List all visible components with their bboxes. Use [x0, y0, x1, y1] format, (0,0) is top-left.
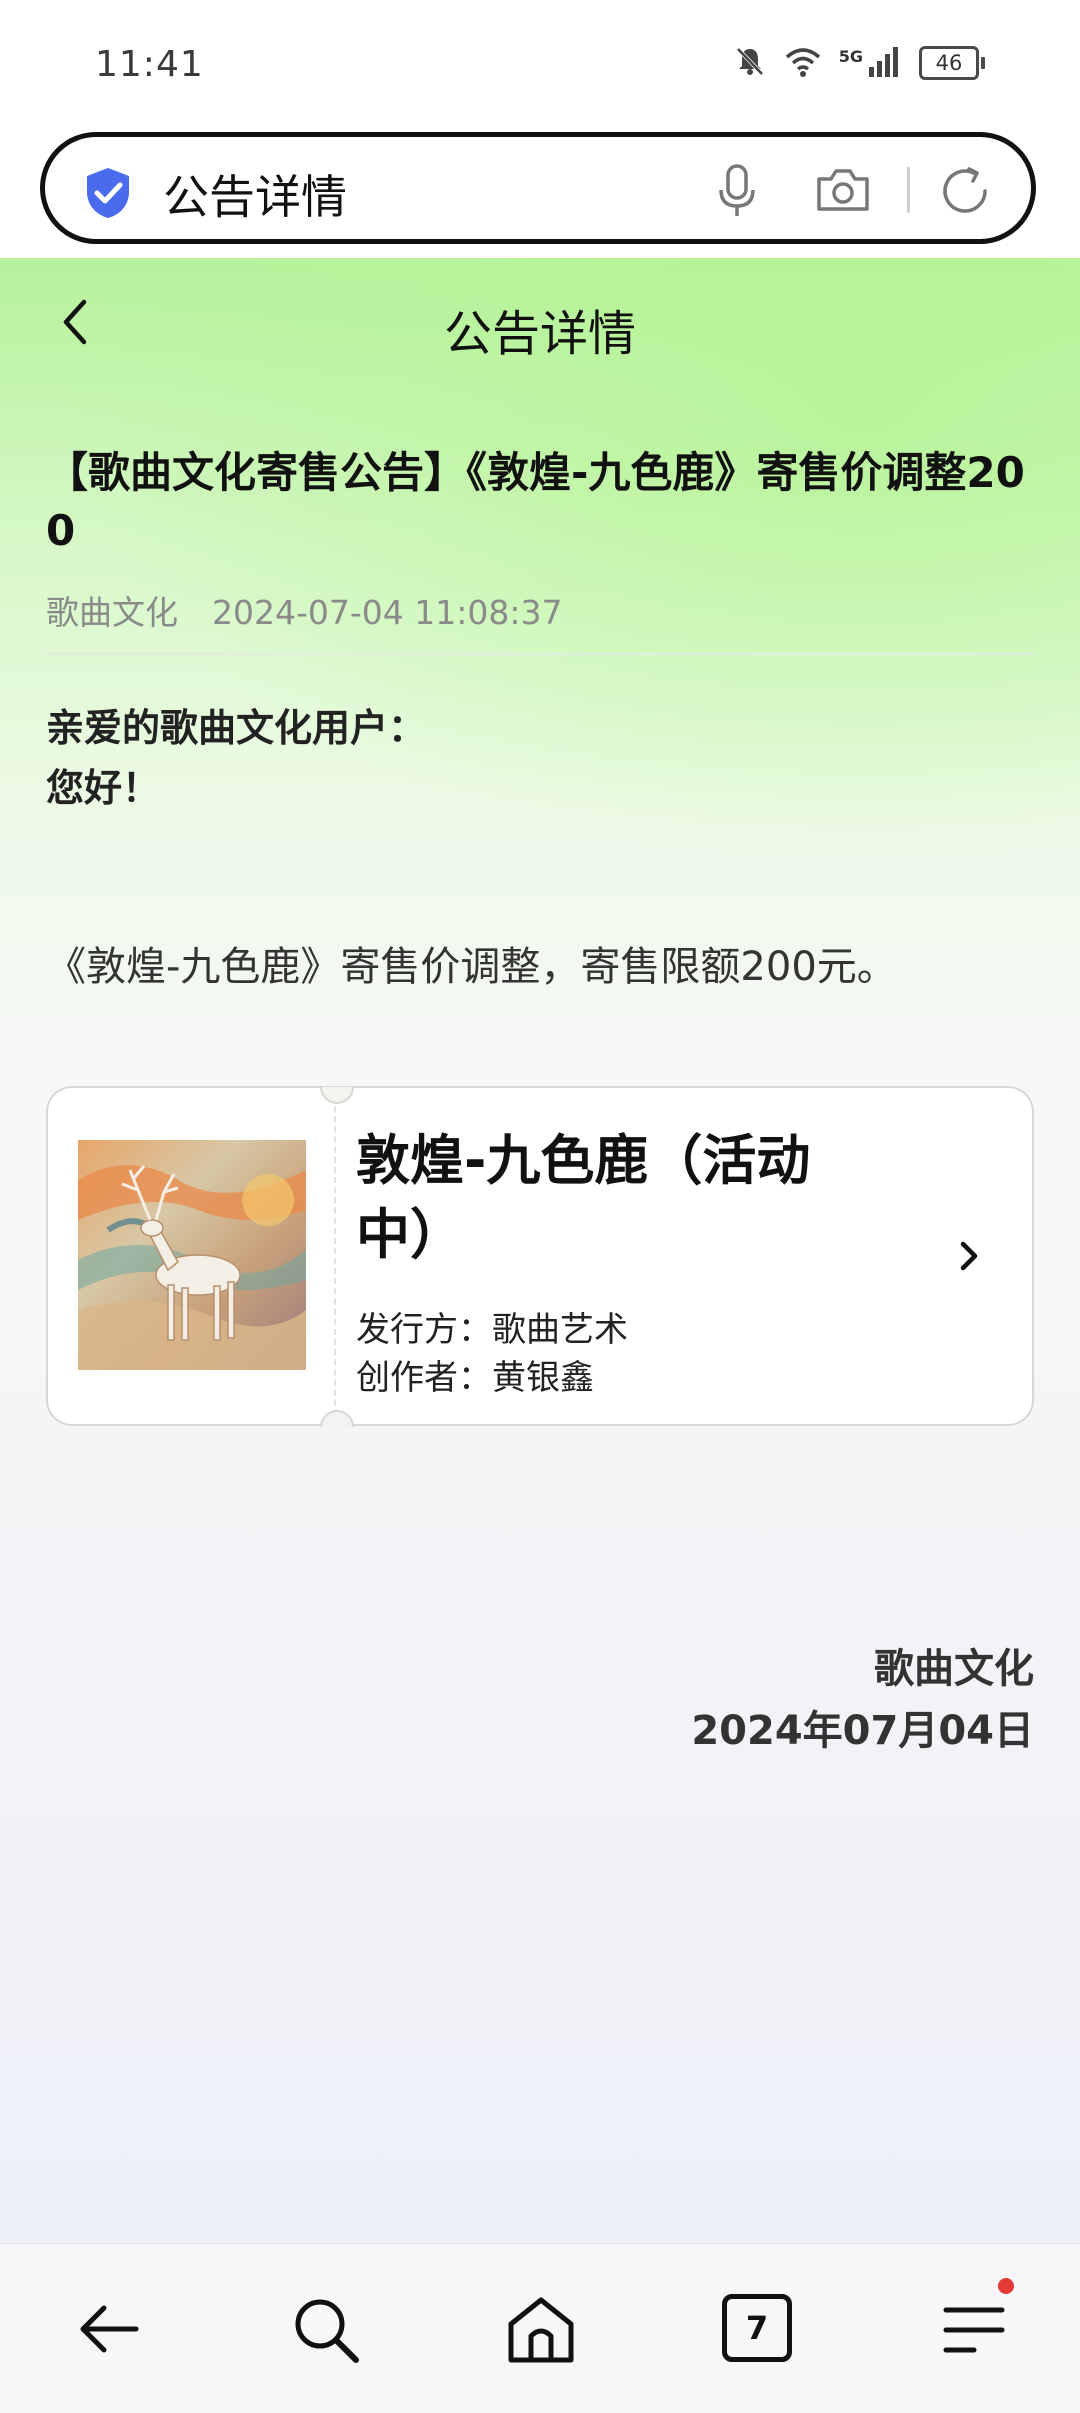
battery-icon: 46 [919, 46, 985, 80]
card-notch-bottom [320, 1410, 354, 1427]
toolbar-divider [907, 167, 910, 213]
home-icon[interactable] [505, 2294, 577, 2370]
announcement-meta: 歌曲文化 2024-07-04 11:08:37 [46, 586, 562, 634]
search-icon[interactable] [290, 2294, 362, 2370]
product-creator: 创作者：黄银鑫 [356, 1350, 594, 1399]
page-title: 公告详情 [443, 306, 636, 362]
camera-icon[interactable] [815, 165, 871, 219]
divider [46, 653, 1034, 655]
signature-date: 2024年07月04日 [691, 1708, 1034, 1754]
battery-level: 46 [919, 46, 979, 80]
network-label: 5G [838, 46, 863, 66]
mic-icon[interactable] [715, 163, 759, 223]
greeting-line-1: 亲爱的歌曲文化用户： [46, 706, 427, 750]
status-bar: 11:41 5G 46 [0, 0, 1080, 130]
greeting-line-2: 您好！ [46, 766, 161, 810]
menu-icon[interactable] [940, 2278, 1014, 2370]
announcement-page: 公告详情 【歌曲文化寄售公告】《敦煌-九色鹿》寄售价调整200 歌曲文化 2024… [0, 258, 1080, 2243]
mute-bell-icon [733, 44, 767, 82]
card-notch-top [320, 1087, 354, 1104]
meta-source: 歌曲文化 [46, 593, 178, 632]
signature-name: 歌曲文化 [874, 1646, 1034, 1692]
product-card[interactable]: 敦煌-九色鹿（活动中） 发行方：歌曲艺术 创作者：黄银鑫 [46, 1086, 1034, 1427]
creator-value: 黄银鑫 [492, 1358, 594, 1398]
creator-label: 创作者： [356, 1358, 492, 1398]
announcement-body: 《敦煌-九色鹿》寄售价调整，寄售限额200元。 [46, 944, 897, 990]
announcement-headline: 【歌曲文化寄售公告】《敦煌-九色鹿》寄售价调整200 [46, 448, 1025, 555]
browser-toolbar: 公告详情 [0, 130, 1080, 258]
back-arrow-icon[interactable] [74, 2294, 144, 2368]
tabs-icon[interactable]: 7 [722, 2294, 792, 2362]
tab-count[interactable]: 7 [722, 2294, 792, 2362]
issuer-label: 发行方： [356, 1310, 492, 1350]
status-icons: 5G 46 [733, 44, 985, 82]
notification-dot [998, 2278, 1014, 2294]
product-title[interactable]: 敦煌-九色鹿（活动中） [356, 1124, 876, 1272]
meta-datetime: 2024-07-04 11:08:37 [212, 593, 563, 632]
status-time: 11:41 [95, 44, 204, 85]
shield-check-icon[interactable] [83, 166, 133, 224]
product-artwork[interactable] [78, 1140, 306, 1370]
refresh-icon[interactable] [937, 163, 993, 223]
bottom-navigation: 7 [0, 2243, 1080, 2413]
address-text[interactable]: 公告详情 [163, 161, 347, 227]
chevron-right-icon[interactable] [956, 1236, 982, 1280]
wifi-icon [783, 44, 823, 82]
greeting: 亲爱的歌曲文化用户： 您好！ [46, 698, 426, 818]
issuer-value: 歌曲艺术 [492, 1310, 628, 1350]
product-issuer: 发行方：歌曲艺术 [356, 1302, 628, 1351]
signal-icon [867, 45, 903, 81]
address-bar[interactable]: 公告详情 [40, 132, 1036, 244]
